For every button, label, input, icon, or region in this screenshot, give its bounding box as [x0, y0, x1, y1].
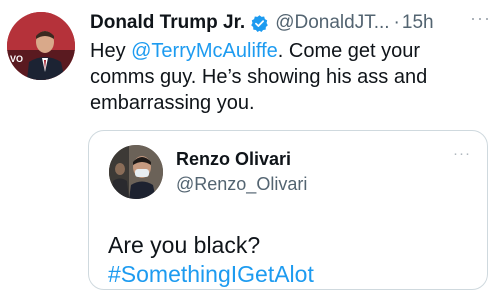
- quoted-author-handle[interactable]: @Renzo_Olivari: [176, 174, 307, 195]
- quoted-tweet-text: Are you black?: [108, 232, 261, 258]
- author-handle[interactable]: @DonaldJT...: [275, 12, 389, 34]
- quoted-more-options-icon[interactable]: ···: [453, 145, 481, 163]
- mention-link[interactable]: @TerryMcAuliffe: [131, 40, 278, 62]
- tweet-card[interactable]: VO Donald Trump Jr. @DonaldJT... · 15h ·…: [0, 0, 500, 290]
- quoted-author-name[interactable]: Renzo Olivari: [176, 149, 291, 170]
- person-icon: [109, 145, 163, 199]
- quoted-author-avatar[interactable]: [109, 145, 163, 199]
- tweet-header: Donald Trump Jr. @DonaldJT... · 15h: [90, 10, 434, 36]
- tweet-text-intro: Hey: [90, 40, 132, 62]
- person-icon: VO: [7, 12, 75, 80]
- header-separator: ·: [393, 12, 400, 33]
- quoted-tweet[interactable]: Renzo Olivari @Renzo_Olivari ··· Are you…: [88, 130, 488, 290]
- svg-text:VO: VO: [10, 54, 23, 64]
- verified-badge-icon: [250, 14, 269, 33]
- author-avatar[interactable]: VO: [7, 12, 75, 80]
- hashtag-link[interactable]: #SomethingIGetAlot: [108, 260, 314, 288]
- author-name[interactable]: Donald Trump Jr.: [90, 12, 245, 34]
- tweet-timestamp[interactable]: 15h: [402, 12, 434, 34]
- more-options-icon[interactable]: ···: [470, 8, 498, 30]
- tweet-text: Hey @TerryMcAuliffe. Come get your comms…: [90, 38, 490, 116]
